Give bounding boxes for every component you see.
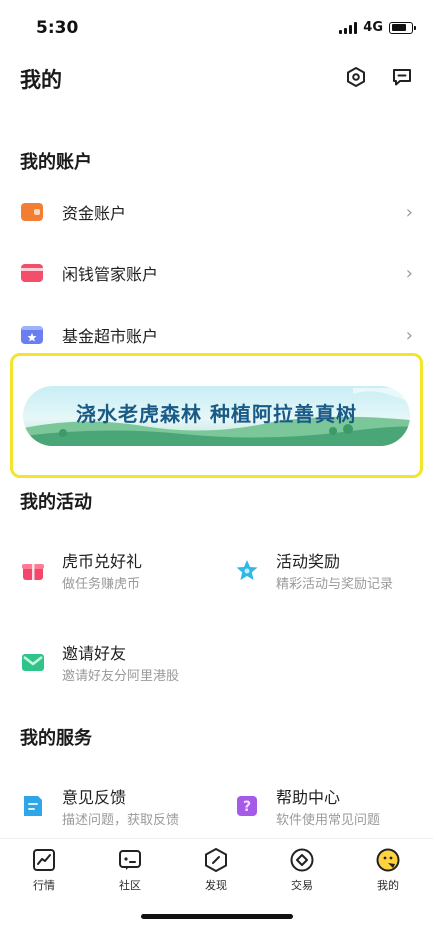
activity-rewards[interactable]: 活动奖励 精彩活动与奖励记录	[235, 548, 433, 604]
banner-text: 浇水老虎森林 种植阿拉善真树	[76, 402, 357, 426]
mail-icon	[22, 654, 44, 671]
activity-invite-friends[interactable]: 邀请好友 邀请好友分阿里港股	[21, 640, 221, 696]
nav-label: 交易	[291, 879, 313, 892]
bottom-nav: 行情 社区 发现 交易 我的	[0, 838, 433, 898]
status-indicators: 4G	[339, 20, 416, 35]
community-icon	[119, 850, 141, 870]
chevron-right-icon: ›	[405, 201, 413, 223]
activities-section-title: 我的活动	[20, 492, 92, 513]
network-type: 4G	[363, 20, 383, 35]
nav-item-profile[interactable]: 我的	[358, 847, 418, 893]
nav-label: 社区	[119, 879, 141, 892]
activity-title: 活动奖励	[276, 552, 341, 571]
star-icon	[236, 560, 258, 580]
banner-highlight-frame: 浇水老虎森林 种植阿拉善真树	[10, 353, 423, 478]
wallet-icon	[21, 264, 43, 282]
activity-subtitle: 做任务赚虎币	[62, 577, 141, 592]
nav-label: 发现	[205, 879, 227, 892]
account-row-wallet[interactable]: 闲钱管家账户 ›	[0, 245, 433, 301]
activity-title: 邀请好友	[62, 644, 127, 663]
fund-account-icon	[21, 203, 43, 221]
gift-icon	[22, 564, 44, 580]
account-label: 资金账户	[62, 204, 127, 223]
market-chart-icon	[33, 849, 55, 871]
account-row-fund[interactable]: 资金账户 ›	[0, 184, 433, 240]
activity-title: 虎币兑好礼	[62, 552, 143, 571]
activity-subtitle: 精彩活动与奖励记录	[276, 577, 394, 592]
service-help-center[interactable]: ? 帮助中心 软件使用常见问题	[235, 784, 433, 840]
chevron-right-icon: ›	[405, 324, 413, 346]
trade-icon	[290, 848, 314, 872]
feedback-icon	[24, 796, 42, 816]
accounts-section-title: 我的账户	[20, 152, 92, 173]
profile-icon	[376, 848, 400, 872]
fund-market-icon	[21, 326, 43, 344]
signal-icon	[339, 21, 358, 34]
message-icon[interactable]	[389, 64, 415, 90]
service-subtitle: 软件使用常见问题	[276, 813, 381, 828]
nav-item-discover[interactable]: 发现	[186, 847, 246, 893]
discover-icon	[205, 848, 227, 872]
account-label: 基金超市账户	[62, 327, 159, 346]
service-subtitle: 描述问题，获取反馈	[62, 813, 180, 828]
page-title: 我的	[20, 68, 62, 92]
services-section-title: 我的服务	[20, 728, 92, 749]
help-icon: ?	[237, 796, 257, 816]
settings-icon[interactable]	[343, 64, 369, 90]
battery-icon	[389, 21, 416, 34]
service-title: 帮助中心	[276, 788, 341, 807]
chevron-right-icon: ›	[405, 262, 413, 284]
nav-label: 行情	[33, 879, 55, 892]
account-label: 闲钱管家账户	[62, 265, 159, 284]
nav-item-trade[interactable]: 交易	[272, 847, 332, 893]
nav-item-community[interactable]: 社区	[100, 847, 160, 893]
nav-item-market[interactable]: 行情	[14, 847, 74, 893]
nav-label: 我的	[377, 879, 399, 892]
promo-banner[interactable]: 浇水老虎森林 种植阿拉善真树	[23, 386, 410, 446]
status-time: 5:30	[36, 18, 79, 38]
service-title: 意见反馈	[62, 788, 127, 807]
home-indicator	[141, 914, 293, 919]
status-bar: 5:30 4G	[0, 0, 433, 56]
activity-subtitle: 邀请好友分阿里港股	[62, 669, 180, 684]
header: 我的	[0, 56, 433, 106]
service-feedback[interactable]: 意见反馈 描述问题，获取反馈	[21, 784, 221, 840]
activity-redeem-gifts[interactable]: 虎币兑好礼 做任务赚虎币	[21, 548, 221, 604]
svg-text:?: ?	[243, 799, 251, 815]
